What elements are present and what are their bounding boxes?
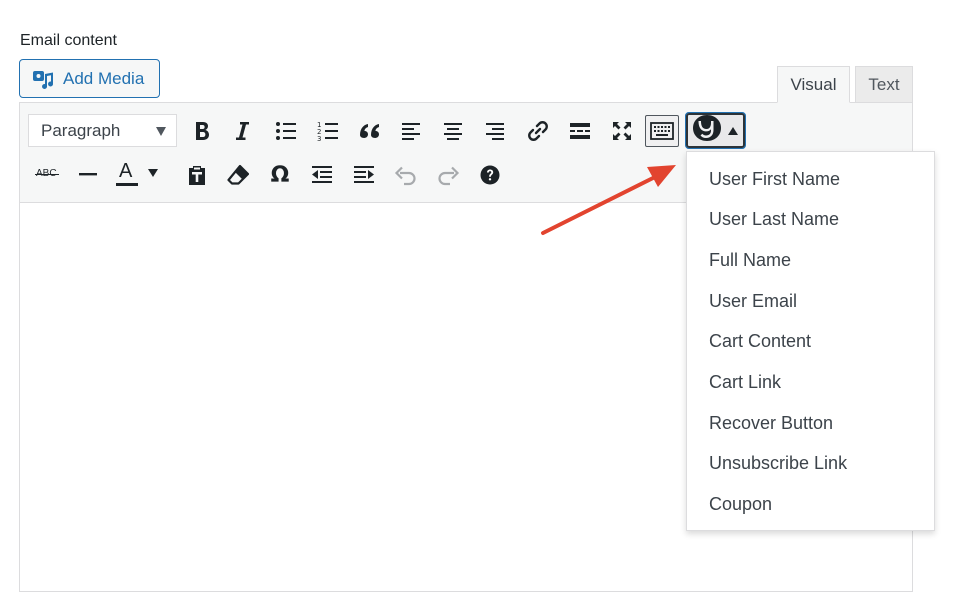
indent-icon bbox=[353, 164, 375, 186]
menu-item-coupon[interactable]: Coupon bbox=[709, 493, 772, 515]
special-character-icon: Ω bbox=[270, 162, 290, 188]
align-center-icon bbox=[442, 120, 464, 142]
read-more-button[interactable] bbox=[565, 116, 595, 146]
menu-item-full-name[interactable]: Full Name bbox=[709, 249, 791, 271]
help-button[interactable] bbox=[475, 160, 505, 190]
clear-formatting-button[interactable] bbox=[223, 160, 253, 190]
bulleted-list-icon bbox=[275, 120, 297, 142]
caret-up-icon bbox=[728, 126, 738, 135]
numbered-list-button[interactable]: 123 bbox=[313, 116, 343, 146]
outdent-icon bbox=[311, 164, 333, 186]
align-right-button[interactable] bbox=[480, 116, 510, 146]
link-button[interactable] bbox=[523, 116, 553, 146]
indent-button[interactable] bbox=[349, 160, 379, 190]
menu-item-cart-content[interactable]: Cart Content bbox=[709, 330, 811, 352]
fullscreen-button[interactable] bbox=[607, 116, 637, 146]
chevron-down-icon bbox=[148, 169, 158, 177]
shortcodes-menu-button[interactable] bbox=[685, 112, 746, 149]
italic-icon bbox=[233, 120, 251, 142]
blockquote-button[interactable] bbox=[355, 116, 385, 146]
toolbar-toggle-icon bbox=[650, 121, 674, 141]
format-select-value: Paragraph bbox=[41, 120, 121, 140]
shortcodes-dropdown-menu: User First Name User Last Name Full Name… bbox=[686, 151, 935, 531]
tab-text[interactable]: Text bbox=[855, 66, 913, 103]
clear-formatting-icon bbox=[227, 164, 249, 186]
read-more-icon bbox=[569, 120, 591, 142]
blockquote-icon bbox=[359, 120, 381, 142]
redo-icon bbox=[436, 164, 460, 186]
italic-button[interactable] bbox=[227, 116, 257, 146]
menu-item-unsubscribe-link[interactable]: Unsubscribe Link bbox=[709, 452, 847, 474]
undo-icon bbox=[394, 164, 418, 186]
menu-item-recover-button[interactable]: Recover Button bbox=[709, 412, 833, 434]
help-icon bbox=[480, 165, 500, 185]
align-center-button[interactable] bbox=[438, 116, 468, 146]
paste-as-text-icon bbox=[186, 164, 208, 186]
menu-item-user-first-name[interactable]: User First Name bbox=[709, 168, 840, 190]
undo-button[interactable] bbox=[391, 160, 421, 190]
fullscreen-icon bbox=[611, 120, 633, 142]
email-content-label: Email content bbox=[20, 32, 117, 49]
chevron-down-icon bbox=[156, 127, 166, 136]
horizontal-line-icon bbox=[78, 164, 98, 184]
menu-item-cart-link[interactable]: Cart Link bbox=[709, 371, 781, 393]
add-media-button[interactable]: Add Media bbox=[19, 59, 160, 98]
media-icon bbox=[32, 68, 54, 90]
format-select[interactable]: Paragraph bbox=[28, 114, 177, 147]
strikethrough-icon: ABC bbox=[34, 167, 60, 181]
bold-button[interactable] bbox=[187, 116, 217, 146]
link-icon bbox=[526, 119, 550, 143]
text-color-button[interactable]: A bbox=[113, 158, 165, 188]
annotation-arrow-icon bbox=[541, 165, 676, 235]
redo-button[interactable] bbox=[433, 160, 463, 190]
paste-as-text-button[interactable] bbox=[182, 160, 212, 190]
align-left-icon bbox=[400, 120, 422, 142]
horizontal-line-button[interactable] bbox=[73, 159, 103, 189]
special-character-button[interactable]: Ω bbox=[265, 160, 295, 190]
tab-visual[interactable]: Visual bbox=[777, 66, 850, 103]
strikethrough-button[interactable]: ABC bbox=[32, 159, 62, 189]
toolbar-toggle-button[interactable] bbox=[645, 115, 679, 147]
text-color-letter: A bbox=[119, 160, 133, 182]
outdent-button[interactable] bbox=[307, 160, 337, 190]
menu-item-user-email[interactable]: User Email bbox=[709, 290, 797, 312]
bulleted-list-button[interactable] bbox=[271, 116, 301, 146]
add-media-label: Add Media bbox=[63, 68, 145, 88]
align-left-button[interactable] bbox=[396, 116, 426, 146]
menu-item-user-last-name[interactable]: User Last Name bbox=[709, 208, 839, 230]
svg-text:3: 3 bbox=[317, 135, 321, 142]
bold-icon bbox=[192, 120, 212, 142]
yith-logo-icon bbox=[692, 114, 722, 147]
numbered-list-icon: 123 bbox=[317, 120, 339, 142]
align-right-icon bbox=[484, 120, 506, 142]
text-color-icon: A bbox=[113, 159, 139, 187]
